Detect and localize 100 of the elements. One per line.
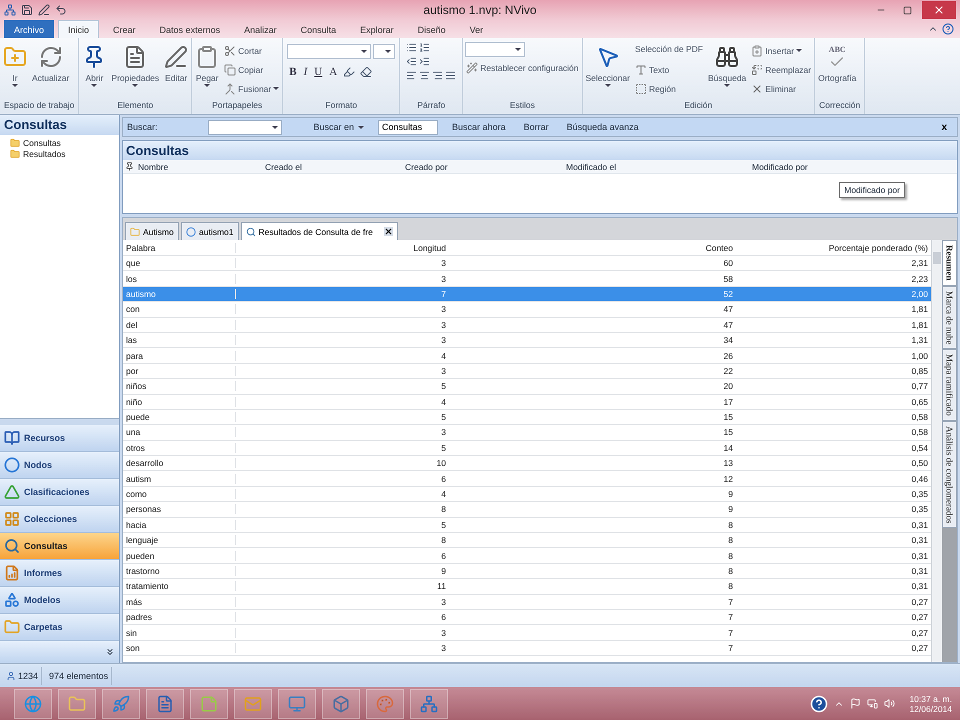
help-icon[interactable] xyxy=(942,23,954,35)
indent-icon[interactable] xyxy=(419,56,430,67)
taskbar-button[interactable] xyxy=(146,688,184,718)
table-row[interactable]: otros 5 14 0,54 xyxy=(123,440,931,456)
table-row[interactable]: sin 3 7 0,27 xyxy=(123,625,931,641)
ribbon-tab[interactable]: Crear xyxy=(103,20,146,38)
numbered-list-icon[interactable] xyxy=(419,42,430,53)
align-center-icon[interactable] xyxy=(419,70,430,81)
align-right-icon[interactable] xyxy=(432,70,444,81)
taskbar-button[interactable] xyxy=(322,688,360,718)
nav-button[interactable]: Consultas xyxy=(0,533,119,560)
column-header[interactable]: Nombre xyxy=(138,162,168,172)
ribbon-tab[interactable]: Inicio xyxy=(58,20,100,38)
table-row[interactable]: personas 8 9 0,35 xyxy=(123,502,931,518)
table-row[interactable]: autism 6 12 0,46 xyxy=(123,471,931,487)
format-button[interactable]: B xyxy=(287,66,299,78)
taskbar-button[interactable] xyxy=(410,688,448,718)
table-row[interactable]: que 3 60 2,31 xyxy=(123,256,931,272)
nav-button[interactable]: Carpetas xyxy=(0,614,119,641)
more-icon[interactable] xyxy=(105,647,115,657)
search-button[interactable]: Búsqueda avanza xyxy=(562,122,643,132)
table-row[interactable]: tratamiento 11 8 0,31 xyxy=(123,579,931,595)
ribbon-tab[interactable]: Diseño xyxy=(408,20,456,38)
close-button[interactable]: x xyxy=(935,120,953,134)
ribbon-tab[interactable]: Datos externos xyxy=(150,20,230,38)
table-row[interactable]: desarrollo 10 13 0,50 xyxy=(123,456,931,472)
format-button[interactable]: U xyxy=(312,66,324,78)
table-row[interactable]: del 3 47 1,81 xyxy=(123,318,931,333)
ribbon-button[interactable]: Texto xyxy=(634,61,704,78)
column-header[interactable]: Conteo xyxy=(449,242,736,252)
nav-button[interactable]: Colecciones xyxy=(0,506,119,533)
ribbon-button[interactable]: Restablecer configuración xyxy=(465,59,580,76)
column-header[interactable]: Creado el xyxy=(265,162,302,172)
align-left-icon[interactable] xyxy=(406,70,418,81)
search-in-button[interactable]: Buscar en xyxy=(310,122,368,132)
ribbon-button[interactable]: Ir xyxy=(2,40,28,89)
ribbon-button[interactable]: Editar xyxy=(163,40,190,85)
search-button[interactable]: Borrar xyxy=(520,122,553,132)
save-icon[interactable] xyxy=(21,4,33,16)
tree-item[interactable]: Resultados xyxy=(10,149,109,159)
table-row[interactable]: con 3 47 1,81 xyxy=(123,302,931,318)
table-row[interactable]: pueden 6 8 0,31 xyxy=(123,548,931,564)
format-button[interactable]: A xyxy=(327,66,340,78)
column-header[interactable]: Palabra xyxy=(123,242,236,252)
document-tab[interactable]: Resultados de Consulta de fre xyxy=(240,222,398,240)
document-tab[interactable]: Autismo xyxy=(125,222,179,240)
ribbon-button[interactable]: Abrir xyxy=(81,40,108,89)
ribbon-button[interactable]: Propiedades xyxy=(110,40,160,89)
table-row[interactable]: por 3 22 0,85 xyxy=(123,364,931,380)
close-button[interactable] xyxy=(384,227,393,236)
view-tab[interactable]: Marca de nube xyxy=(942,286,957,349)
table-row[interactable]: como 4 9 0,35 xyxy=(123,486,931,502)
column-header[interactable]: Modificado el xyxy=(566,162,616,172)
nav-button[interactable]: Nodos xyxy=(0,452,119,479)
table-row[interactable]: son 3 7 0,27 xyxy=(123,640,931,656)
table-row[interactable]: lenguaje 8 8 0,31 xyxy=(123,533,931,548)
nav-button[interactable]: Recursos xyxy=(0,425,119,452)
column-header[interactable]: Longitud xyxy=(236,242,449,252)
ribbon-tab[interactable]: Analizar xyxy=(234,20,287,38)
ribbon-tab[interactable]: Archivo xyxy=(4,20,54,38)
nav-button[interactable]: Clasificaciones xyxy=(0,479,119,506)
format-button[interactable]: I xyxy=(302,66,310,78)
view-tab[interactable]: Análisis de conglomerados xyxy=(942,420,957,528)
table-row[interactable]: padres 6 7 0,27 xyxy=(123,610,931,626)
nav-button[interactable]: Modelos xyxy=(0,587,119,614)
view-tab[interactable]: Resumen xyxy=(942,240,957,286)
justify-icon[interactable] xyxy=(445,70,456,81)
outdent-icon[interactable] xyxy=(406,56,418,67)
ribbon-tab[interactable]: Explorar xyxy=(350,20,404,38)
bullet-list-icon[interactable] xyxy=(406,42,418,53)
column-header[interactable]: Modificado por xyxy=(752,162,808,172)
ribbon-button[interactable]: ABC Ortografía xyxy=(817,40,858,85)
ribbon-button[interactable]: Seleccionar xyxy=(584,40,631,89)
scope-field[interactable]: Consultas xyxy=(378,120,438,134)
ribbon-button[interactable]: Fusionar xyxy=(223,80,280,97)
search-field[interactable] xyxy=(208,120,282,134)
nav-button[interactable]: Informes xyxy=(0,560,119,587)
ribbon-button[interactable]: Búsqueda xyxy=(706,40,748,89)
highlight-button[interactable] xyxy=(342,65,356,79)
undo-icon[interactable] xyxy=(55,4,67,16)
ribbon-button[interactable]: Cortar xyxy=(223,42,280,59)
document-tab[interactable]: autismo1 xyxy=(181,222,238,240)
column-header[interactable]: Creado por xyxy=(405,162,448,172)
view-tab[interactable]: Mapa ramificado xyxy=(942,348,957,421)
ribbon-button[interactable]: Reemplazar xyxy=(750,61,812,78)
eraser-button[interactable] xyxy=(359,65,374,79)
scrollbar[interactable] xyxy=(931,240,942,662)
table-row[interactable]: para 4 26 1,00 xyxy=(123,348,931,364)
ribbon-button[interactable]: Región xyxy=(634,80,704,97)
table-row[interactable]: los 3 58 2,23 xyxy=(123,271,931,287)
column-header[interactable]: Porcentaje ponderado (%) xyxy=(736,242,931,252)
ribbon-button[interactable]: Copiar xyxy=(223,61,280,78)
ribbon-tab[interactable]: Ver xyxy=(460,20,494,38)
table-row[interactable]: hacia 5 8 0,31 xyxy=(123,518,931,534)
ribbon-button[interactable]: Insertar xyxy=(750,42,812,59)
ribbon-tab[interactable]: Consulta xyxy=(290,20,346,38)
size-dropdown[interactable] xyxy=(373,44,396,59)
table-row[interactable]: niños 5 20 0,77 xyxy=(123,379,931,395)
table-row[interactable]: puede 5 15 0,58 xyxy=(123,410,931,426)
table-row[interactable]: las 3 34 1,31 xyxy=(123,332,931,348)
